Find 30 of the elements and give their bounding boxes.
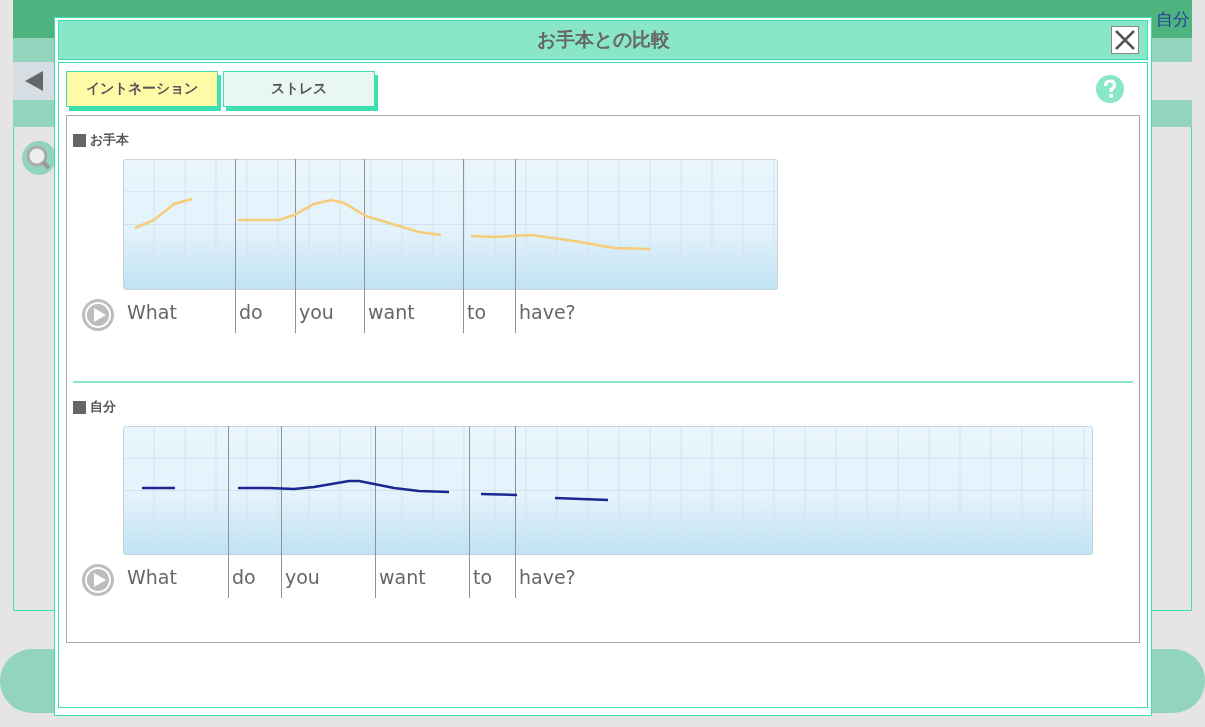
magnifier-icon[interactable] [22, 141, 56, 175]
word-label: What [126, 300, 178, 325]
pitch-curve [480, 492, 518, 497]
user-label: 自分 [1156, 7, 1190, 31]
pitch-curve [554, 496, 609, 502]
pitch-curve [142, 486, 175, 490]
play-button[interactable] [81, 298, 115, 332]
close-icon [1115, 30, 1135, 50]
dialog-title: お手本との比較 [536, 27, 670, 52]
pitch-curve [134, 197, 193, 230]
word-label: do [228, 555, 281, 598]
word-label: What [126, 565, 178, 590]
close-button[interactable] [1111, 26, 1139, 54]
play-button[interactable] [81, 563, 115, 597]
word-label: have? [515, 555, 635, 598]
word-label: you [295, 290, 364, 333]
word-label: have? [515, 290, 635, 333]
back-button[interactable] [13, 62, 55, 100]
word-label: to [463, 290, 515, 333]
left-triangle-icon [25, 71, 43, 91]
square-icon [73, 400, 86, 414]
word-label: want [364, 290, 463, 333]
square-icon [73, 133, 86, 147]
section-label: お手本 [90, 131, 129, 149]
word-label: want [375, 555, 469, 598]
word-label: you [281, 555, 375, 598]
word-label: do [235, 290, 295, 333]
help-icon[interactable] [1096, 75, 1124, 103]
word-label: to [469, 555, 515, 598]
section-label: 自分 [90, 398, 116, 416]
